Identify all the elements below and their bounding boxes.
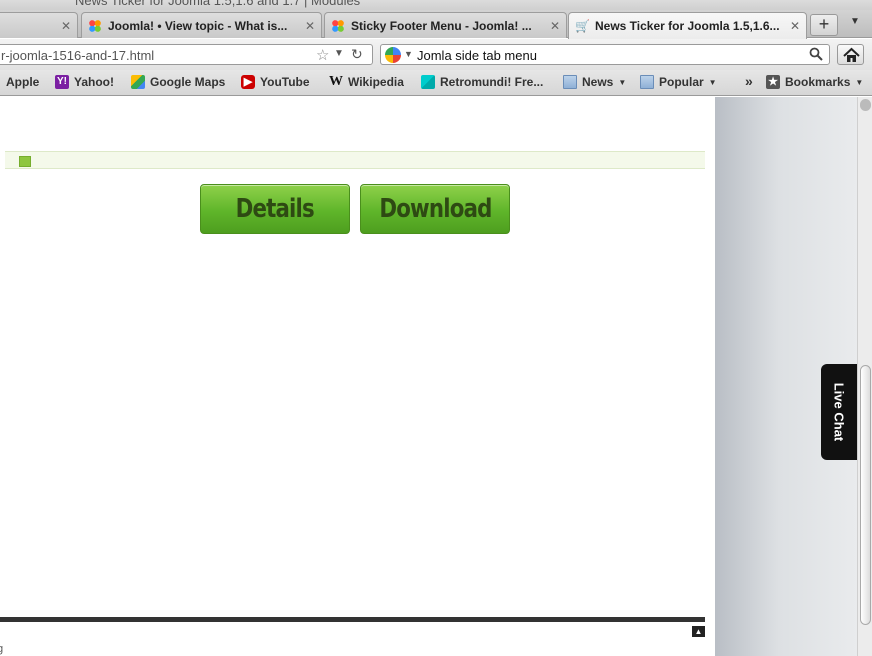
google-maps-icon (131, 75, 145, 89)
wikipedia-icon: W (329, 74, 343, 89)
bookmarks-bar: Apple Y! Yahoo! Google Maps ▶ YouTube W … (0, 70, 872, 96)
green-square-icon (19, 156, 31, 167)
bookmark-google-maps[interactable]: Google Maps (131, 75, 225, 89)
bookmark-youtube[interactable]: ▶ YouTube (241, 75, 310, 89)
bookmarks-menu[interactable]: ★ Bookmarks ▼ (766, 75, 863, 89)
window-title: News Ticker for Joomla 1.5,1.6 and 1.7 |… (75, 0, 361, 8)
home-icon (843, 47, 860, 62)
search-icon[interactable] (809, 47, 823, 61)
bookmarks-overflow-button[interactable]: » (745, 73, 753, 89)
details-button[interactable]: Details (200, 184, 350, 234)
tab-label: News Ticker for Joomla 1.5,1.6... (595, 19, 780, 33)
chevron-down-icon: ▼ (708, 77, 717, 87)
joomla-icon (331, 18, 345, 33)
close-icon[interactable]: ✕ (790, 19, 800, 33)
tab-label: Sticky Footer Menu - Joomla! ... (351, 18, 532, 33)
footer-text: g (0, 643, 4, 655)
bookmark-label: Popular (659, 75, 704, 89)
tab-strip: ✕ Joomla! • View topic - What is... ✕ St… (0, 10, 872, 39)
address-bar[interactable]: r-joomla-1516-and-17.html ☆ ▼ ↻ (0, 44, 373, 65)
chevron-down-icon: ▼ (618, 77, 627, 87)
retromundi-icon (421, 75, 435, 89)
chevron-down-icon: ▼ (855, 77, 864, 87)
new-tab-button[interactable]: + (810, 14, 838, 36)
scrollbar-thumb[interactable] (860, 365, 871, 625)
bookmark-wikipedia[interactable]: W Wikipedia (329, 74, 404, 90)
bookmark-apple[interactable]: Apple (6, 75, 39, 89)
folder-icon (563, 75, 577, 89)
bookmark-label: YouTube (260, 75, 310, 89)
search-input[interactable]: Jomla side tab menu (417, 48, 537, 63)
tab-sticky-footer-menu[interactable]: Sticky Footer Menu - Joomla! ... ✕ (324, 12, 567, 38)
bookmark-label: Bookmarks (785, 75, 851, 89)
star-icon[interactable]: ☆ (316, 46, 329, 64)
close-icon[interactable]: ✕ (61, 19, 71, 33)
footer-bar (0, 617, 705, 622)
chevron-right-icon: » (745, 73, 753, 89)
live-chat-label: Live Chat (831, 382, 847, 442)
history-dropdown-icon[interactable]: ▼ (334, 48, 344, 59)
close-icon[interactable]: ✕ (305, 19, 315, 33)
bookmark-folder-news[interactable]: News ▼ (563, 75, 626, 89)
joomla-icon (88, 18, 102, 33)
scrollbar-cap (860, 99, 871, 111)
url-text[interactable]: r-joomla-1516-and-17.html (1, 48, 154, 63)
bookmark-label: Yahoo! (74, 75, 115, 89)
bookmark-retromundi[interactable]: Retromundi! Fre... (421, 75, 543, 89)
close-icon[interactable]: ✕ (550, 19, 560, 33)
tab-list-menu-icon[interactable]: ▼ (850, 16, 860, 27)
download-button-label: Download (378, 194, 492, 224)
folder-icon (640, 75, 654, 89)
tab-news-ticker[interactable]: 🛒 News Ticker for Joomla 1.5,1.6... ✕ (568, 12, 807, 39)
tab-joomla-view-topic[interactable]: Joomla! • View topic - What is... ✕ (81, 12, 322, 38)
bookmark-folder-popular[interactable]: Popular ▼ (640, 75, 717, 89)
tab-partial[interactable]: ✕ (0, 12, 78, 38)
bookmark-yahoo[interactable]: Y! Yahoo! (55, 75, 114, 89)
search-engine-dropdown-icon[interactable]: ▼ (404, 49, 413, 59)
yahoo-icon: Y! (55, 75, 69, 89)
window-title-bar: News Ticker for Joomla 1.5,1.6 and 1.7 |… (0, 0, 872, 10)
google-icon[interactable] (385, 47, 401, 63)
reload-icon[interactable]: ↻ (351, 46, 363, 63)
home-button[interactable] (837, 44, 864, 65)
bookmarks-icon: ★ (766, 75, 780, 89)
tab-label: Joomla! • View topic - What is... (108, 18, 288, 33)
search-box[interactable]: ▼ Jomla side tab menu (380, 44, 830, 65)
bookmark-label: News (582, 75, 614, 89)
bookmark-label: Wikipedia (348, 75, 404, 89)
navigation-bar: r-joomla-1516-and-17.html ☆ ▼ ↻ ▼ Jomla … (0, 39, 872, 70)
details-button-label: Details (235, 194, 315, 224)
page-content: Details Download ▲ g (0, 97, 715, 656)
bookmark-label: Retromundi! Fre... (440, 75, 544, 89)
scroll-to-top-icon[interactable]: ▲ (692, 626, 705, 637)
live-chat-tab[interactable]: Live Chat (821, 364, 857, 460)
download-button[interactable]: Download (360, 184, 510, 234)
bookmark-label: Google Maps (150, 75, 226, 89)
bookmark-label: Apple (6, 75, 40, 89)
vertical-scrollbar[interactable] (857, 97, 872, 656)
cart-icon: 🛒 (575, 19, 590, 33)
youtube-icon: ▶ (241, 75, 255, 89)
green-divider-strip (5, 151, 705, 169)
